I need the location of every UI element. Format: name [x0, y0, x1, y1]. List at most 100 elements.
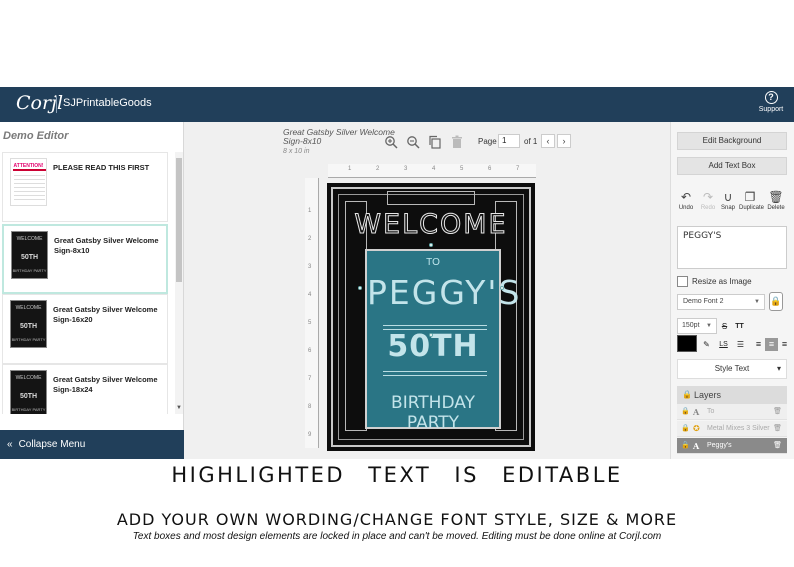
template-item-selected[interactable]: WELCOME 50TH BIRTHDAY PARTY Great Gatsby…	[2, 224, 168, 294]
snap-label: Snap	[720, 205, 735, 211]
divider-line	[383, 325, 487, 326]
resize-as-image-checkbox[interactable]	[677, 276, 688, 287]
divider-line	[383, 371, 487, 372]
chevron-down-icon: ▼	[754, 299, 760, 305]
layer-item[interactable]: 🔒 ✪ Metal Mixes 3 Silver 🗑	[677, 421, 787, 437]
trash-icon[interactable]: 🗑	[773, 438, 782, 454]
style-text-dropdown[interactable]: Style Text ▾	[677, 359, 787, 379]
ruler-number: 2	[308, 236, 312, 242]
chevron-down-icon: ▾	[776, 364, 781, 373]
letter-spacing-icon[interactable]: LS	[717, 338, 730, 351]
design-canvas[interactable]: WELCOME TO PEGGY'S 50TH BIRTHDAY PARTY	[327, 183, 535, 451]
font-family-value: Demo Font 2	[683, 298, 724, 305]
add-text-box-button[interactable]: Add Text Box	[677, 157, 787, 175]
thumbnail-text: 50TH	[19, 323, 38, 330]
collapse-menu-button[interactable]: « Collapse Menu	[0, 430, 184, 459]
text-content-field[interactable]: PEGGY'S	[677, 226, 787, 269]
sign-name-text[interactable]: PEGGY'S	[367, 273, 519, 312]
art-deco-top	[387, 191, 475, 205]
ruler-number: 9	[308, 432, 312, 438]
lock-icon: 🔒	[681, 408, 690, 415]
font-size-select[interactable]: 150pt ▼	[677, 318, 717, 334]
layer-name: To	[707, 408, 715, 415]
page-number-input[interactable]: 1	[498, 134, 520, 148]
line-height-icon[interactable]: ☰	[734, 338, 747, 351]
ruler-number: 5	[460, 166, 464, 172]
page-label: Page	[478, 137, 497, 146]
delete-button[interactable]: 🗑 Delete	[765, 190, 787, 212]
page-count: of 1	[524, 137, 538, 146]
edit-background-button[interactable]: Edit Background	[677, 132, 787, 150]
selection-handle[interactable]	[358, 286, 362, 290]
template-item[interactable]: WELCOME 50TH BIRTHDAY PARTY Great Gatsby…	[2, 364, 168, 414]
layer-name: Peggy's	[707, 442, 732, 449]
redo-button[interactable]: ↷ Redo	[697, 190, 719, 212]
sign-number-text[interactable]: 50TH	[367, 329, 499, 364]
font-family-select[interactable]: Demo Font 2 ▼	[677, 294, 765, 310]
template-thumbnail: WELCOME 50TH BIRTHDAY PARTY	[10, 370, 47, 414]
document-size: 8 x 10 in	[283, 148, 310, 155]
canvas-area: Great Gatsby Silver Welcome Sign-8x10 8 …	[185, 122, 670, 459]
ruler-number: 6	[488, 166, 492, 172]
zoom-out-icon[interactable]	[405, 135, 421, 151]
ruler-number: 4	[432, 166, 436, 172]
undo-button[interactable]: ↶ Undo	[675, 191, 697, 212]
template-item[interactable]: ATTENTION! PLEASE READ THIS FIRST	[2, 152, 168, 222]
layer-item[interactable]: 🔒 A To 🗑	[677, 404, 787, 420]
font-lock-icon[interactable]: 🔒	[769, 292, 783, 311]
template-name: Great Gatsby Silver Welcome Sign-18x24	[53, 375, 158, 394]
copy-page-icon[interactable]	[427, 135, 443, 151]
trash-icon[interactable]: 🗑	[773, 404, 782, 420]
layer-item-selected[interactable]: 🔒 A Peggy's 🗑	[677, 438, 787, 454]
sign-to-text[interactable]: TO	[367, 257, 499, 268]
template-thumbnail: WELCOME 50TH BIRTHDAY PARTY	[11, 231, 48, 279]
trash-icon: 🗑	[768, 190, 784, 204]
eyedropper-icon[interactable]: ✎	[700, 338, 713, 351]
duplicate-icon: ❐	[744, 190, 756, 204]
sign-party-text[interactable]: BIRTHDAY PARTY	[367, 393, 499, 433]
duplicate-button[interactable]: ❐ Duplicate	[739, 190, 764, 212]
delete-page-icon[interactable]	[449, 135, 465, 151]
thumbnail-text: 50TH	[19, 393, 38, 400]
undo-label: Undo	[678, 205, 694, 211]
template-list: ATTENTION! PLEASE READ THIS FIRST WELCOM…	[2, 152, 168, 414]
all-caps-icon[interactable]: TT	[733, 320, 746, 333]
zoom-in-icon[interactable]	[383, 135, 399, 151]
lock-icon: 🔒	[681, 442, 690, 449]
template-name: PLEASE READ THIS FIRST	[53, 163, 150, 172]
strikethrough-icon[interactable]: S	[718, 320, 731, 333]
ruler-number: 5	[308, 320, 312, 326]
text-color-swatch[interactable]	[677, 335, 697, 352]
next-page-button[interactable]: ›	[557, 134, 571, 148]
thumbnail-text: WELCOME	[15, 305, 42, 311]
redo-icon: ↷	[702, 190, 714, 204]
selection-handle[interactable]	[429, 333, 433, 337]
align-left-icon[interactable]: ≡	[752, 338, 765, 351]
thumbnail-text: 50TH	[20, 254, 39, 261]
selection-handle[interactable]	[429, 243, 433, 247]
trash-icon[interactable]: 🗑	[773, 421, 782, 437]
template-thumbnail: ATTENTION!	[10, 158, 47, 206]
sidebar-title: Demo Editor	[3, 130, 69, 142]
scroll-down-arrow-icon[interactable]: ▼	[176, 405, 182, 411]
prev-page-button[interactable]: ‹	[541, 134, 555, 148]
template-item[interactable]: WELCOME 50TH BIRTHDAY PARTY Great Gatsby…	[2, 294, 168, 364]
snap-button[interactable]: ∪ Snap	[717, 191, 739, 212]
ruler-number: 7	[516, 166, 520, 172]
support-button[interactable]: ? Support	[756, 91, 786, 113]
selection-handle[interactable]	[500, 286, 504, 290]
caption-note: Text boxes and most design elements are …	[132, 531, 662, 542]
sign-teal-panel: TO PEGGY'S 50TH BIRTHDAY PARTY	[365, 249, 519, 433]
top-bar: Corjl SJPrintableGoods ? Support	[0, 87, 794, 122]
ruler-number: 4	[308, 292, 312, 298]
sign-welcome-text[interactable]: WELCOME	[327, 209, 535, 241]
thumbnail-text: BIRTHDAY PARTY	[11, 337, 46, 342]
shop-name: SJPrintableGoods	[63, 97, 152, 109]
template-thumbnail: WELCOME 50TH BIRTHDAY PARTY	[10, 300, 47, 348]
ruler-number: 2	[376, 166, 380, 172]
vertical-ruler: 1 2 3 4 5 6 7 8 9	[305, 178, 319, 448]
align-right-icon[interactable]: ≡	[778, 338, 791, 351]
layers-header[interactable]: 🔒 Layers	[677, 386, 787, 404]
scrollbar-thumb[interactable]	[176, 158, 182, 282]
align-center-icon[interactable]: ≡	[765, 338, 778, 351]
